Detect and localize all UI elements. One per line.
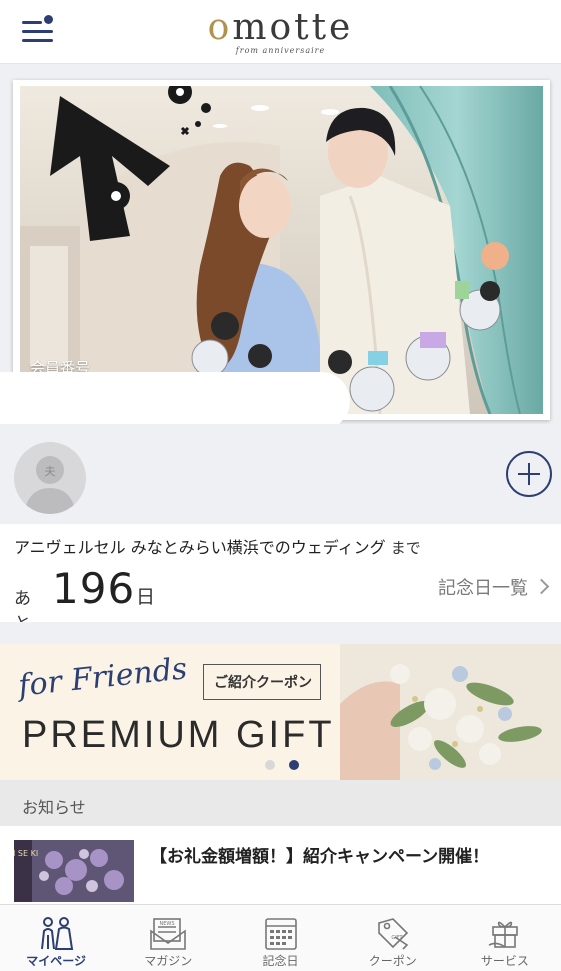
coupon-label: ご紹介クーポン [214, 675, 312, 691]
banner-script-text: for Friends [16, 651, 189, 704]
app-logo: omotte from anniversaire [0, 6, 561, 55]
news-thumb-brand: KI SE KI [14, 849, 38, 858]
nav-label-magazine: マガジン [144, 954, 193, 968]
nav-item-service[interactable]: サービス [449, 905, 561, 971]
nav-label-service: サービス [480, 954, 529, 968]
logo-letter: o [207, 7, 233, 48]
anniversary-list-label: 記念日一覧 [438, 578, 528, 599]
coupon-tag-icon: GIFT [377, 918, 408, 950]
photo-frame [13, 80, 550, 420]
couple-photo[interactable] [20, 86, 543, 414]
svg-text:NEWS: NEWS [160, 921, 175, 927]
coupon-label-box: ご紹介クーポン [203, 664, 321, 700]
person-silhouette-icon: 夫 [24, 456, 76, 514]
nav-label-mypage: マイページ [26, 954, 86, 968]
anniversary-list-link[interactable]: 記念日一覧 [438, 574, 550, 600]
bottom-navigation: マイページ NEWS マガジン 記念日 GIFT クーポン サービス [0, 904, 561, 971]
nav-label-anniversary: 記念日 [262, 954, 299, 968]
wedding-venue-name: アニヴェルセル みなとみらい横浜でのウェディング [14, 538, 386, 557]
news-list-item[interactable]: KI SE KI 【お礼金額増額！】紹介キャンペーン開催！ [0, 826, 561, 904]
carousel-dot-2-active[interactable] [289, 760, 299, 770]
logo-subtitle: from anniversaire [235, 46, 326, 55]
add-partner-button[interactable] [506, 451, 552, 497]
calendar-icon [264, 918, 297, 950]
avatar-initial: 夫 [45, 465, 56, 478]
nav-item-mypage[interactable]: マイページ [0, 905, 112, 971]
news-item-title: 【お礼金額増額！】紹介キャンペーン開催！ [150, 847, 490, 867]
news-section-title: お知らせ [22, 798, 86, 817]
nav-item-anniversary[interactable]: 記念日 [224, 905, 336, 971]
countdown-suffix: まで [390, 539, 421, 557]
chevron-right-icon [533, 578, 550, 595]
gift-icon [488, 921, 518, 948]
logo-wordmark: motte [232, 7, 354, 48]
news-thumbnail: KI SE KI [14, 840, 134, 902]
wedding-venue-line: アニヴェルセル みなとみらい横浜でのウェディング まで [14, 534, 421, 558]
news-section-header: お知らせ [0, 780, 561, 826]
wedding-countdown: アニヴェルセル みなとみらい横浜でのウェディング まで あと 196 日 記念日… [0, 524, 561, 634]
nav-label-coupon: クーポン [368, 954, 417, 968]
banner-headline: PREMIUM GIFT [22, 714, 335, 756]
section-divider [0, 622, 561, 644]
nav-item-coupon[interactable]: GIFT クーポン [337, 905, 449, 971]
banner-text-panel: for Friends ご紹介クーポン PREMIUM GIFT [0, 644, 340, 780]
svg-text:GIFT: GIFT [391, 935, 403, 941]
days-remaining: 196 [52, 564, 136, 613]
profile-row: 夫 [0, 424, 561, 524]
promo-banner[interactable]: for Friends ご紹介クーポン PREMIUM GIFT [0, 644, 561, 780]
days-unit: 日 [136, 586, 156, 608]
redacted-member-number [0, 372, 350, 430]
news-icon: NEWS [150, 918, 187, 950]
wedding-photo-image [20, 86, 543, 414]
bouquet-image [340, 644, 561, 780]
app-header: omotte from anniversaire [0, 0, 561, 64]
nav-item-magazine[interactable]: NEWS マガジン [112, 905, 224, 971]
avatar[interactable]: 夫 [14, 442, 86, 514]
couple-icon [41, 917, 74, 950]
carousel-dot-1[interactable] [265, 760, 275, 770]
